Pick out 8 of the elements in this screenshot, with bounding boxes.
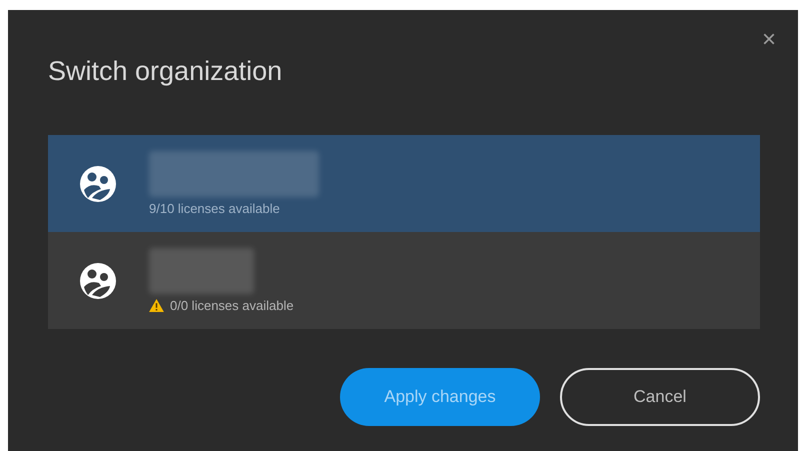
- cancel-button[interactable]: Cancel: [560, 368, 760, 426]
- group-icon: [78, 164, 118, 204]
- organization-item[interactable]: 9/10 licenses available: [48, 135, 760, 232]
- dialog-title: Switch organization: [48, 56, 282, 87]
- license-count: 9/10 licenses available: [149, 201, 280, 216]
- license-count: 0/0 licenses available: [170, 298, 294, 313]
- group-icon: [78, 260, 118, 300]
- close-button[interactable]: ×: [758, 28, 780, 52]
